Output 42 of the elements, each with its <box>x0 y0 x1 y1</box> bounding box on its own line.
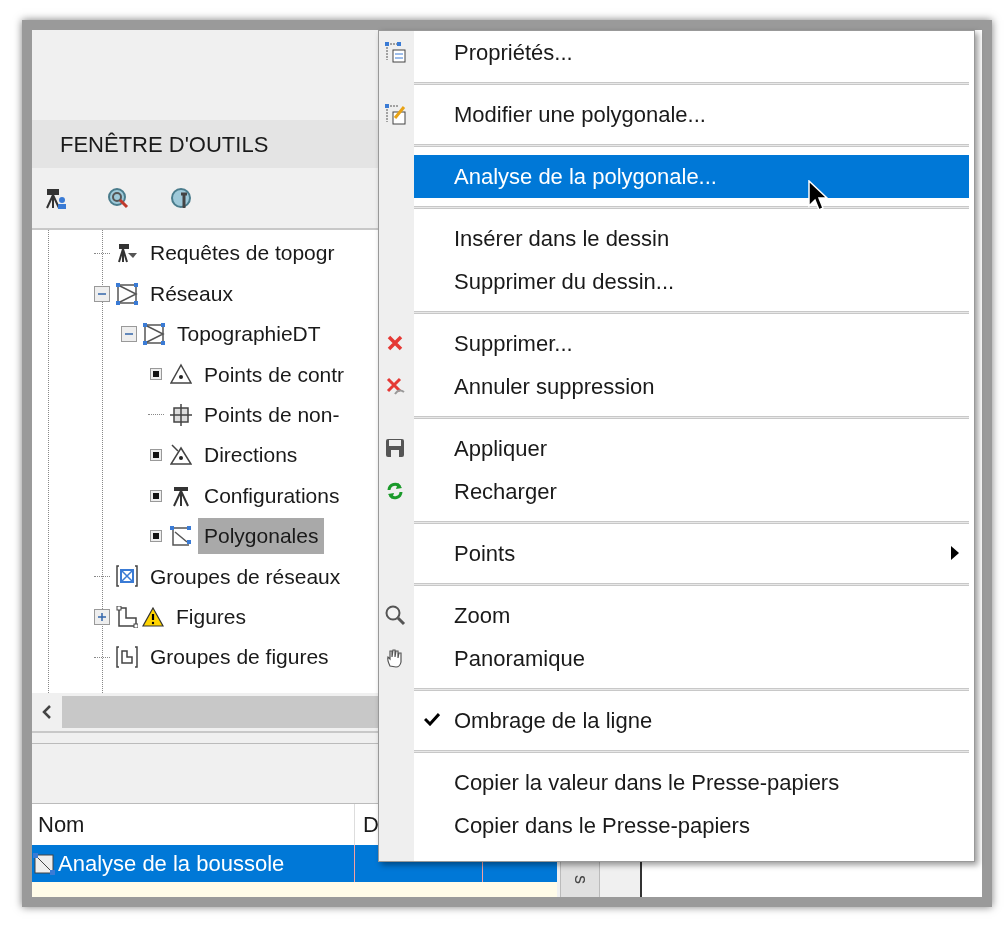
tree-item[interactable]: Points de non- <box>198 399 346 431</box>
tripod-funnel-icon <box>116 242 138 265</box>
network-icon <box>116 282 138 305</box>
collapse-icon[interactable] <box>94 285 110 302</box>
tripod-icon <box>170 484 192 507</box>
tree-item[interactable]: Réseaux <box>144 277 239 310</box>
tree-item[interactable]: Points de contr <box>198 358 351 391</box>
edit-pencil-icon <box>385 104 406 125</box>
node-marker-icon[interactable] <box>150 529 162 542</box>
menu-item[interactable]: Analyse de la polygonale... <box>414 155 969 198</box>
figure-icon <box>116 605 138 628</box>
delete-undo-icon <box>385 376 406 397</box>
zoom-icon <box>385 605 406 626</box>
table-cell-text: Analyse de la boussole <box>58 850 285 878</box>
column-header[interactable]: D <box>355 808 379 841</box>
triangle-arrow-icon <box>170 444 192 467</box>
tree-item[interactable]: Configurations <box>198 479 346 512</box>
globe-wrench-icon[interactable] <box>170 186 194 210</box>
tree-item[interactable]: Groupes de réseaux <box>144 560 347 593</box>
tree-item[interactable]: Requêtes de topogr <box>144 237 341 269</box>
tree-item[interactable]: Groupes de figures <box>144 641 335 673</box>
polyline-icon <box>33 852 55 875</box>
triangle-point-icon <box>170 363 192 386</box>
tree-item[interactable]: Figures <box>170 600 253 633</box>
network-icon <box>143 322 165 345</box>
collapse-icon[interactable] <box>121 325 137 342</box>
network-group-icon <box>116 565 138 588</box>
tree-item[interactable]: TopographieDT <box>171 318 327 350</box>
tree-item[interactable]: Directions <box>198 439 304 471</box>
polyline-icon <box>170 524 192 547</box>
node-marker-icon[interactable] <box>150 489 162 502</box>
square-point-icon <box>170 403 192 426</box>
properties-icon <box>385 42 406 63</box>
node-marker-icon[interactable] <box>150 449 162 462</box>
figure-group-icon <box>116 646 138 669</box>
pointer-cursor-icon <box>808 180 830 212</box>
tree-item[interactable]: Polygonales <box>198 517 325 554</box>
panel-title: FENÊTRE D'OUTILS <box>60 130 269 159</box>
side-tab[interactable]: s <box>566 875 594 884</box>
expand-icon[interactable] <box>94 608 110 625</box>
tripod-icon[interactable] <box>44 186 68 210</box>
node-marker-icon[interactable] <box>150 368 162 381</box>
